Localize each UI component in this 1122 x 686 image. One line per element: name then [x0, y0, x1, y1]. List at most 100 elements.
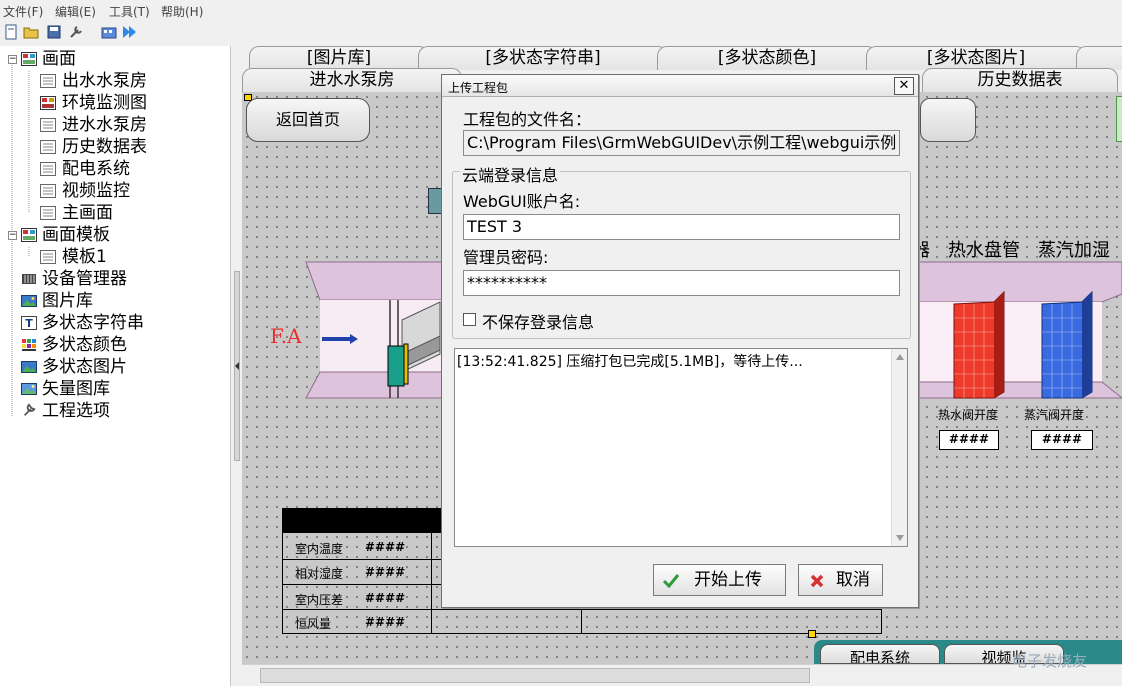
menu-help[interactable]: 帮助(H): [161, 3, 203, 20]
tree-item-outlet-pump[interactable]: 出水水泵房: [0, 70, 231, 92]
multistate-string-icon: T: [21, 316, 37, 330]
close-icon[interactable]: ✕: [894, 77, 914, 95]
hot-valve-label: 热水阀开度: [938, 408, 999, 422]
menu-bar: 文件(F) 编辑(E) 工具(T) 帮助(H): [0, 0, 1122, 20]
tree-item-label: 模板1: [62, 247, 107, 267]
template-folder-icon: [21, 228, 37, 242]
bottom-tab-power[interactable]: 配电系统: [820, 644, 940, 664]
picture-library-icon: [21, 295, 37, 307]
hot-valve-value: ####: [939, 430, 999, 450]
tree-item-label: 配电系统: [62, 159, 130, 179]
lock-marker-icon: [808, 630, 816, 638]
tree-item-label: 多状态图片: [42, 357, 127, 377]
tree-item-templates[interactable]: 画面模板: [0, 224, 231, 246]
scroll-down-icon[interactable]: [895, 534, 905, 542]
tab-inlet-pump[interactable]: 进水水泵房: [242, 68, 462, 92]
tool-icon[interactable]: [68, 24, 84, 40]
screen-icon: [40, 184, 56, 198]
table-divider: [283, 609, 881, 610]
table-divider: [431, 533, 432, 633]
run-icon[interactable]: [121, 24, 137, 40]
tree-item-label: 出水水泵房: [62, 71, 147, 91]
table-row-label: 室内温度: [295, 542, 344, 556]
tree-item-multistate-color[interactable]: 多状态颜色: [0, 334, 231, 356]
tab-history-table[interactable]: 历史数据表: [922, 68, 1118, 92]
scrollbar-thumb[interactable]: [260, 668, 810, 683]
cancel-button[interactable]: 取消: [798, 564, 883, 596]
dialog-title: 上传工程包: [448, 81, 509, 95]
tree-item-label: 画面模板: [42, 225, 110, 245]
upload-log-area[interactable]: [13:52:41.825] 压缩打包已完成[5.1MB]，等待上传...: [454, 348, 908, 547]
tree-item-project-options[interactable]: 工程选项: [0, 400, 231, 422]
menu-edit[interactable]: 编辑(E): [55, 3, 96, 20]
tree-item-main-screen[interactable]: 主画面: [0, 202, 231, 224]
tree-item-label: 设备管理器: [42, 269, 127, 289]
tab-overflow[interactable]: [1076, 46, 1122, 70]
tree-item-label: 历史数据表: [62, 137, 147, 157]
cancel-x-icon: [810, 574, 824, 588]
upload-project-dialog: 上传工程包 ✕ 工程包的文件名： C:\Program Files\GrmWeb…: [441, 74, 919, 608]
tree-item-video-monitor[interactable]: 视频监控: [0, 180, 231, 202]
tree-item-history-table[interactable]: 历史数据表: [0, 136, 231, 158]
watermark-text: 电子发烧友: [1012, 652, 1088, 670]
tree-item-vector-library[interactable]: 矢量图库: [0, 378, 231, 400]
login-group-label: 云端登录信息: [460, 162, 561, 186]
tree-item-label: 进水水泵房: [62, 115, 147, 135]
tree-item-label: 矢量图库: [42, 379, 110, 399]
table-row-value: ####: [365, 615, 406, 629]
tree-item-device-manager[interactable]: 设备管理器: [0, 268, 231, 290]
password-label: 管理员密码:: [463, 248, 549, 267]
tree-item-label: 环境监测图: [62, 93, 147, 113]
tree-item-inlet-pump[interactable]: 进水水泵房: [0, 114, 231, 136]
table-row-value: ####: [365, 565, 406, 579]
tree-item-multistate-image[interactable]: 多状态图片: [0, 356, 231, 378]
tree-item-power-system[interactable]: 配电系统: [0, 158, 231, 180]
screen-icon: [40, 206, 56, 220]
tree-item-picture-library[interactable]: 图片库: [0, 290, 231, 312]
start-upload-button[interactable]: 开始上传: [653, 564, 786, 596]
menu-tools[interactable]: 工具(T): [109, 3, 150, 20]
open-icon[interactable]: [23, 24, 39, 40]
log-scrollbar[interactable]: [891, 349, 907, 546]
svg-text:T: T: [25, 317, 33, 330]
tree-item-template-1[interactable]: 模板1: [0, 246, 231, 268]
steam-valve-label: 蒸汽阀开度: [1024, 408, 1085, 422]
nosave-checkbox[interactable]: [463, 313, 476, 326]
canvas-horizontal-scrollbar[interactable]: [242, 664, 1122, 686]
table-row-value: ####: [365, 540, 406, 554]
screen-icon: [40, 162, 56, 176]
filename-field[interactable]: C:\Program Files\GrmWebGUIDev\示例工程\webgu…: [463, 130, 900, 156]
wrench-icon: [24, 403, 36, 416]
tree-splitter[interactable]: [232, 46, 242, 686]
table-row-label: 相对湿度: [295, 567, 344, 581]
screen-icon: [40, 118, 56, 132]
account-input[interactable]: TEST 3: [463, 214, 900, 240]
collapse-arrow-icon[interactable]: [234, 362, 240, 370]
tree-item-label: 画面: [42, 49, 76, 69]
dialog-title-bar[interactable]: 上传工程包 ✕: [442, 75, 918, 97]
tree-item-screens[interactable]: 画面: [0, 48, 231, 70]
device-manager-icon: [22, 274, 36, 284]
tree-item-label: 主画面: [62, 203, 113, 223]
tree-item-env-monitor[interactable]: 环境监测图: [0, 92, 231, 114]
scroll-up-icon[interactable]: [895, 353, 905, 361]
fresh-air-label: F.A: [270, 324, 302, 348]
equipment-header-text: 器 热水盘管 蒸汽加湿: [912, 240, 1110, 261]
tab-multistate-string[interactable]: [多状态字符串]: [418, 46, 668, 70]
build-icon[interactable]: [101, 24, 117, 40]
password-input[interactable]: **********: [463, 270, 900, 296]
tree-item-multistate-string[interactable]: T 多状态字符串: [0, 312, 231, 334]
tab-multistate-color[interactable]: [多状态颜色]: [657, 46, 877, 70]
table-row-label: 恒风量: [295, 617, 332, 631]
tab-picture-library[interactable]: [图片库]: [249, 46, 429, 70]
tab-multistate-image[interactable]: [多状态图片]: [866, 46, 1086, 70]
toolbar: [0, 20, 240, 46]
start-upload-label: 开始上传: [694, 570, 762, 590]
new-icon[interactable]: [3, 24, 19, 40]
table-row-value: ####: [365, 591, 406, 605]
save-icon[interactable]: [46, 24, 62, 40]
menu-file[interactable]: 文件(F): [3, 3, 43, 20]
multistate-color-icon: [22, 339, 36, 351]
screen-icon: [40, 74, 56, 88]
tree-item-label: 多状态颜色: [42, 335, 127, 355]
